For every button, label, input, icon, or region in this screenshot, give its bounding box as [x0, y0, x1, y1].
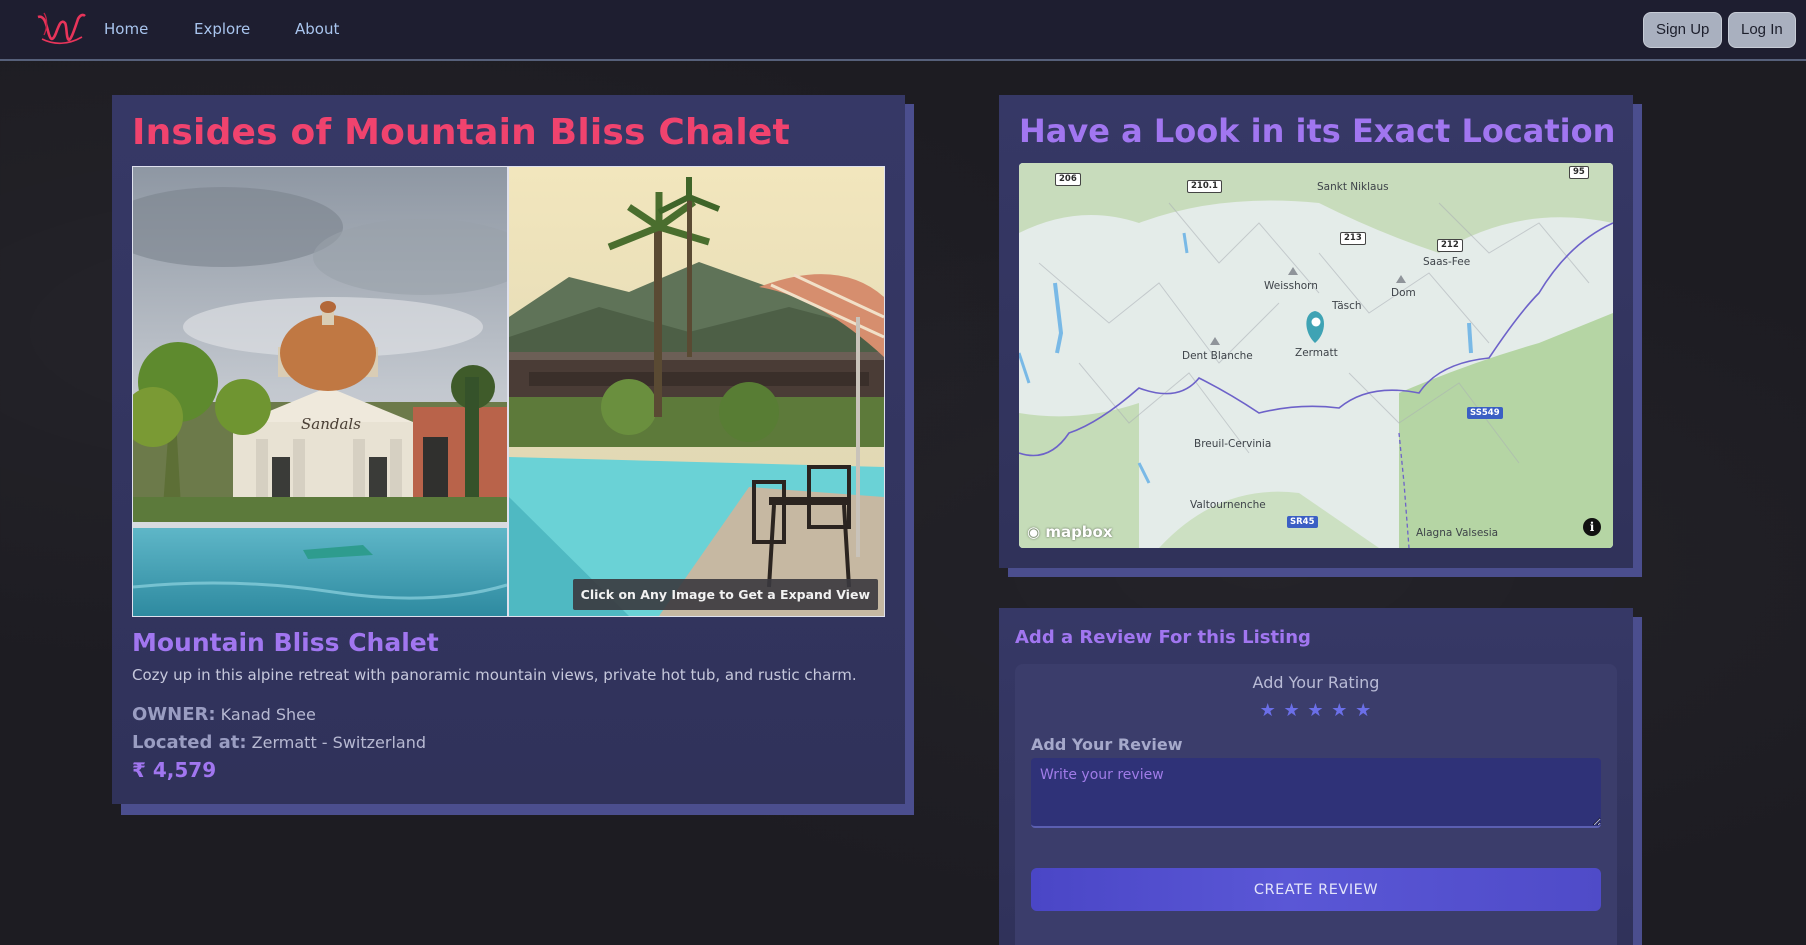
gallery-photo-resort[interactable]: Sandals — [133, 167, 507, 616]
location-row: Located at: Zermatt - Switzerland — [132, 732, 426, 753]
road-shield-213: 213 — [1340, 232, 1366, 245]
map-label-valtournenche: Valtournenche — [1190, 499, 1266, 511]
map-label-saas-fee: Saas-Fee — [1423, 256, 1471, 268]
map-label-dom: Dom — [1391, 287, 1416, 299]
location-map[interactable]: Sankt Niklaus Saas-Fee Weisshorn Dom Täs… — [1019, 163, 1613, 548]
brand-logo[interactable] — [34, 9, 86, 51]
owner-value: Kanad Shee — [220, 705, 316, 724]
listing-price: ₹ 4,579 — [132, 758, 217, 782]
road-shield-sr45: SR45 — [1287, 516, 1318, 528]
road-shield-ss549: SS549 — [1467, 407, 1503, 419]
owner-label: OWNER: — [132, 704, 216, 725]
road-shield-210-1: 210.1 — [1187, 180, 1222, 193]
owner-row: OWNER: Kanad Shee — [132, 704, 316, 725]
review-label: Add Your Review — [1031, 735, 1183, 754]
road-shield-95: 95 — [1569, 166, 1589, 179]
expand-hint: Click on Any Image to Get a Expand View — [572, 579, 878, 610]
rating-label: Add Your Rating — [1252, 673, 1380, 692]
map-label-zermatt: Zermatt — [1295, 347, 1338, 359]
listing-name: Mountain Bliss Chalet — [132, 628, 439, 657]
map-label-breuil-cervinia: Breuil-Cervinia — [1194, 438, 1272, 450]
star-rating: ★ ★ ★ ★ ★ — [1015, 700, 1617, 721]
create-review-button[interactable]: CREATE REVIEW — [1031, 868, 1601, 911]
map-label-tasch: Täsch — [1332, 300, 1362, 312]
location-label: Located at: — [132, 732, 247, 753]
mapbox-attribution: mapbox — [1045, 523, 1113, 541]
map-info-icon[interactable]: i — [1583, 518, 1601, 536]
road-shield-212: 212 — [1437, 239, 1463, 252]
nav-explore-link[interactable]: Explore — [194, 20, 250, 38]
map-label-alagna-valsesia: Alagna Valsesia — [1416, 527, 1499, 539]
review-heading: Add a Review For this Listing — [1015, 627, 1311, 648]
nav-home-link[interactable]: Home — [104, 20, 148, 38]
photo-sign-text: Sandals — [301, 415, 361, 433]
review-textarea[interactable] — [1031, 758, 1601, 828]
nav-about-link[interactable]: About — [295, 20, 339, 38]
mapbox-logo[interactable]: ◉ mapbox — [1027, 523, 1113, 541]
star-3-icon[interactable]: ★ — [1307, 700, 1324, 721]
signup-button[interactable]: Sign Up — [1643, 12, 1723, 48]
gallery-title: Insides of Mountain Bliss Chalet — [132, 112, 790, 153]
image-gallery: Sandals Click on Any Image to Get a Expa… — [132, 166, 885, 617]
star-4-icon[interactable]: ★ — [1331, 700, 1348, 721]
star-5-icon[interactable]: ★ — [1355, 700, 1372, 721]
navbar: Home Explore About Sign Up Log In — [0, 0, 1806, 61]
map-label-dent-blanche: Dent Blanche — [1182, 350, 1253, 362]
location-value: Zermatt - Switzerland — [251, 733, 426, 752]
login-button[interactable]: Log In — [1728, 12, 1796, 48]
gallery-photo-pool[interactable] — [509, 167, 884, 616]
star-1-icon[interactable]: ★ — [1260, 700, 1277, 721]
map-title: Have a Look in its Exact Location — [1019, 112, 1616, 150]
map-label-sankt-niklaus: Sankt Niklaus — [1317, 181, 1389, 193]
star-2-icon[interactable]: ★ — [1284, 700, 1301, 721]
road-shield-206: 206 — [1055, 173, 1081, 186]
listing-description: Cozy up in this alpine retreat with pano… — [132, 666, 857, 684]
map-label-weisshorn: Weisshorn — [1264, 280, 1318, 292]
